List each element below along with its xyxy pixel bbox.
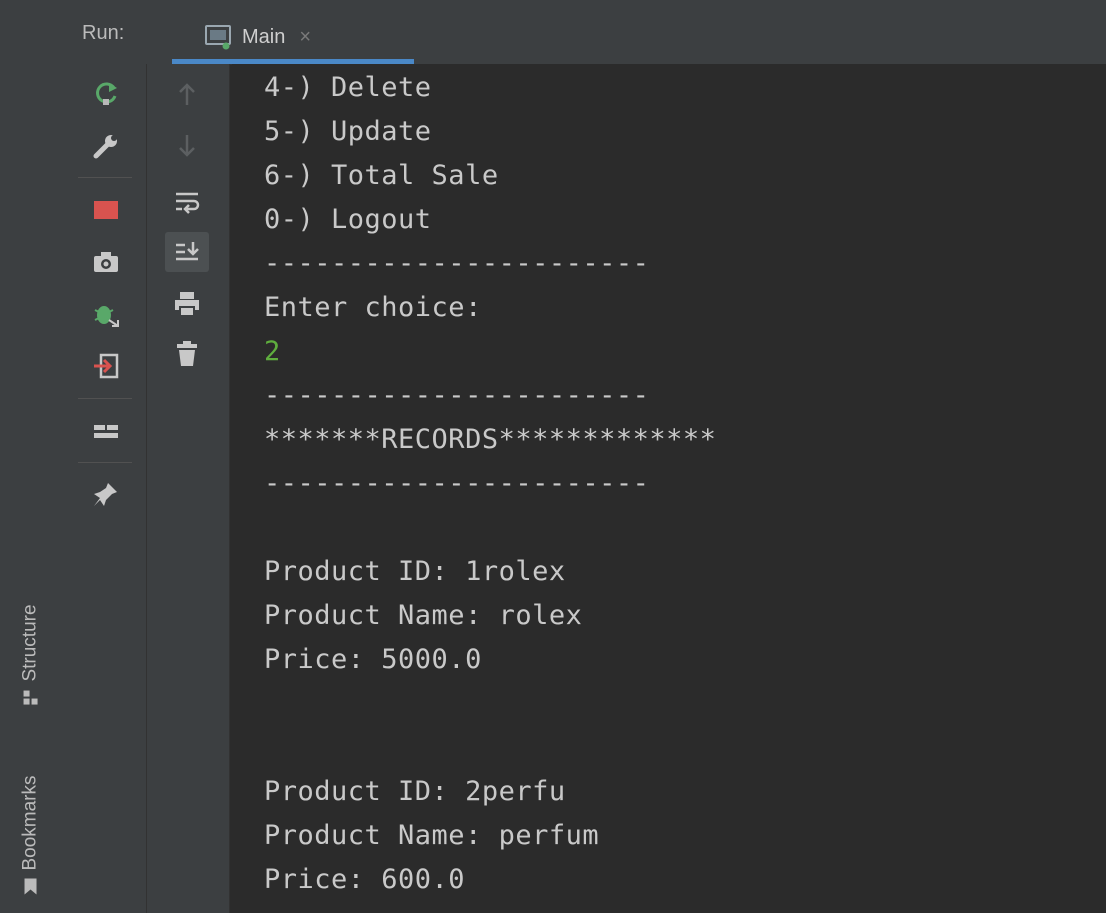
- records-header-line: *******RECORDS*************: [264, 424, 717, 455]
- debug-button[interactable]: [84, 294, 128, 334]
- soft-wrap-icon: [176, 192, 200, 214]
- next-occurrence-button[interactable]: [165, 126, 209, 166]
- pin-button[interactable]: [84, 474, 128, 514]
- layout-icon: [94, 425, 118, 438]
- menu-line-delete: 4-) Delete: [264, 72, 432, 103]
- tab-main-label: Main: [242, 25, 286, 48]
- bookmarks-tab[interactable]: Bookmarks: [0, 760, 62, 910]
- scroll-to-end-button[interactable]: [165, 232, 209, 272]
- rerun-icon: [96, 82, 117, 105]
- rerun-button[interactable]: [84, 74, 128, 114]
- separator-line: -----------------------: [264, 468, 650, 499]
- scroll-to-end-icon: [176, 242, 199, 261]
- structure-tab[interactable]: Structure: [0, 580, 62, 730]
- debug-icon: [94, 306, 119, 327]
- tab-close-icon[interactable]: ×: [299, 26, 311, 49]
- wrench-icon: [93, 135, 117, 159]
- print-button[interactable]: [165, 284, 209, 324]
- structure-tab-label: Structure: [20, 604, 41, 682]
- toolbar-separator: [78, 462, 132, 463]
- menu-line-total-sale: 6-) Total Sale: [264, 160, 499, 191]
- run-toolbar-secondary: [147, 64, 230, 913]
- stop-icon: [94, 201, 118, 219]
- previous-occurrence-button[interactable]: [165, 74, 209, 114]
- arrow-down-icon: [179, 135, 195, 157]
- menu-line-logout: 0-) Logout: [264, 204, 432, 235]
- separator-line: -----------------------: [264, 248, 650, 279]
- structure-icon: [24, 690, 38, 705]
- separator-line: -----------------------: [264, 380, 650, 411]
- price-line: Price: 600.0: [264, 864, 466, 895]
- pin-icon: [94, 483, 117, 506]
- run-toolbar-primary: [62, 64, 147, 913]
- prompt-line: Enter choice:: [264, 292, 482, 323]
- product-id-line: Product ID: 1rolex: [264, 556, 566, 587]
- price-line: Price: 5000.0: [264, 644, 482, 675]
- menu-line-update: 5-) Update: [264, 116, 432, 147]
- stop-button[interactable]: [84, 190, 128, 230]
- console-icon: [205, 25, 231, 50]
- tab-main[interactable]: Main ×: [172, 10, 414, 64]
- bookmarks-tab-label: Bookmarks: [20, 775, 41, 871]
- run-tool-window-header: Run: Main ×: [62, 0, 1106, 65]
- toolbar-separator: [78, 398, 132, 399]
- product-id-line: Product ID: 2perfu: [264, 776, 566, 807]
- run-label: Run:: [82, 22, 125, 44]
- user-input-line: 2: [264, 336, 281, 367]
- arrow-up-icon: [179, 83, 195, 105]
- thread-dump-button[interactable]: [84, 242, 128, 282]
- print-icon: [175, 292, 199, 317]
- settings-button[interactable]: [84, 126, 128, 166]
- exit-icon: [94, 353, 119, 379]
- bookmark-icon: [25, 878, 37, 895]
- toolbar-separator: [78, 177, 132, 178]
- product-name-line: Product Name: perfum: [264, 820, 600, 851]
- layout-button[interactable]: [84, 412, 128, 452]
- left-tool-strip: Structure Bookmarks: [0, 0, 63, 913]
- camera-icon: [94, 252, 118, 272]
- clear-all-button[interactable]: [165, 334, 209, 374]
- exit-button[interactable]: [84, 346, 128, 386]
- console-output[interactable]: 4-) Delete 5-) Update 6-) Total Sale 0-)…: [232, 64, 1106, 913]
- soft-wrap-button[interactable]: [165, 182, 209, 222]
- ide-run-window: Structure Bookmarks Run: Main × 4-) Dele…: [0, 0, 1106, 913]
- product-name-line: Product Name: rolex: [264, 600, 583, 631]
- trash-icon: [177, 341, 197, 366]
